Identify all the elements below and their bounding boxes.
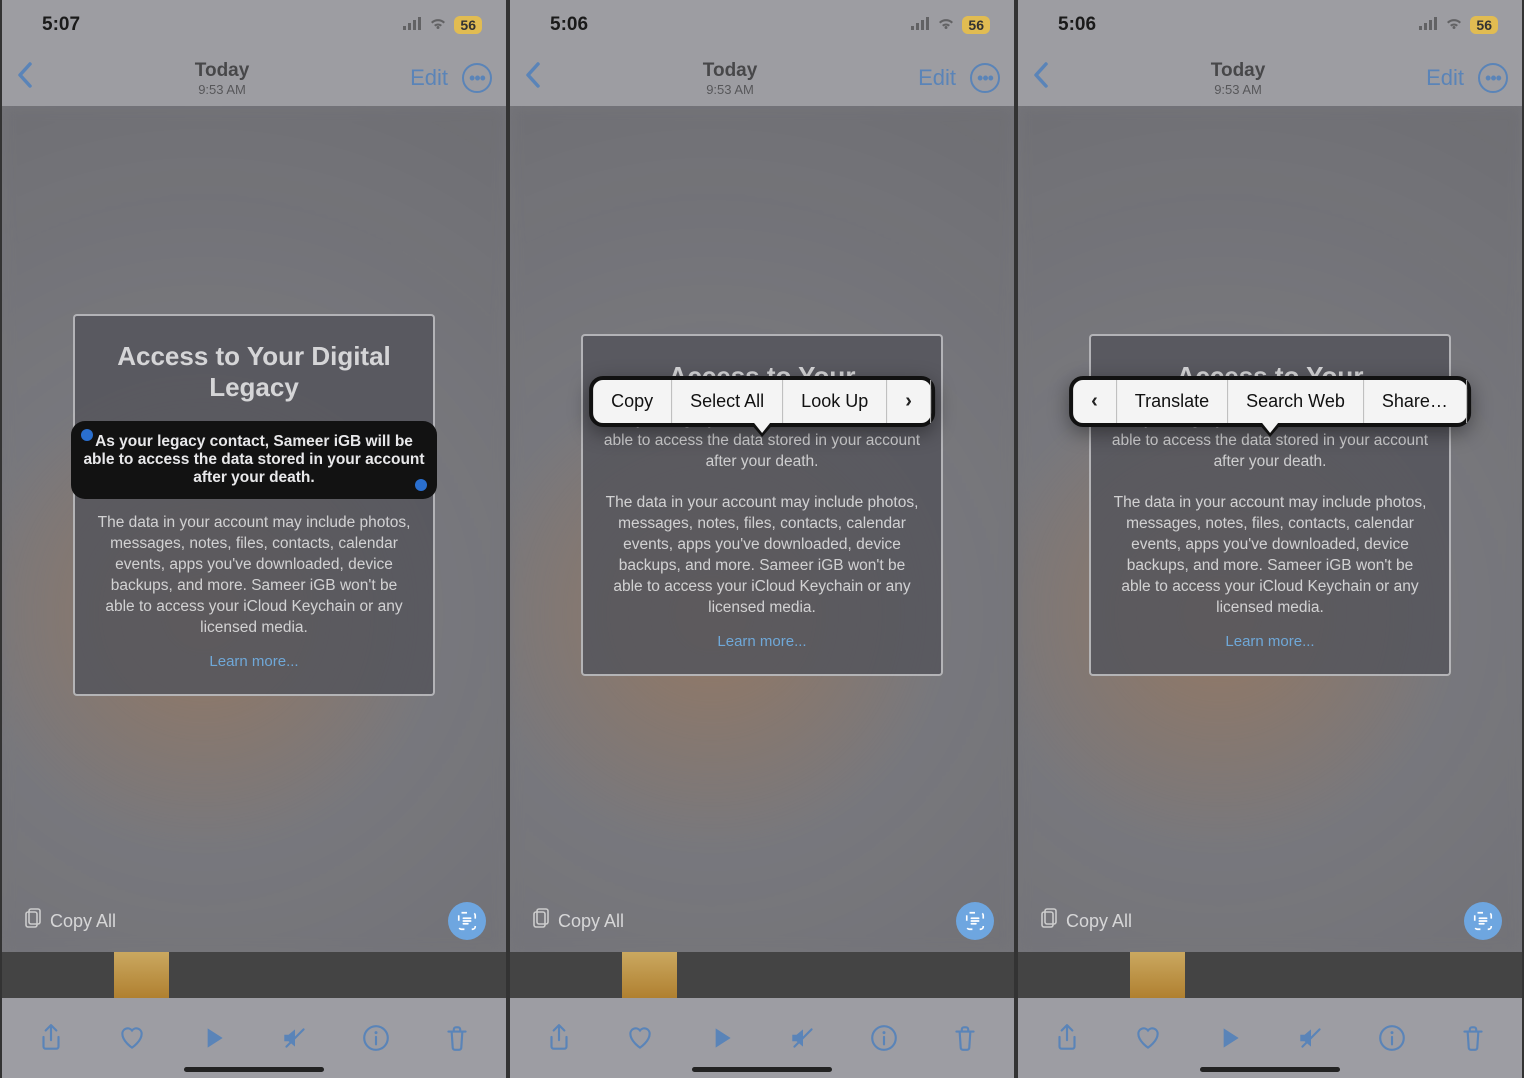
- photo-viewer[interactable]: Access to Your As your legacy contact, S…: [1018, 106, 1522, 952]
- selection-handle-end[interactable]: [415, 479, 427, 491]
- back-button[interactable]: [524, 61, 542, 95]
- toolbar: [2, 998, 506, 1078]
- nav-bar: Today 9:53 AM Edit •••: [1018, 50, 1522, 106]
- share-button[interactable]: [33, 1020, 69, 1056]
- favorite-button[interactable]: [1130, 1020, 1166, 1056]
- home-indicator[interactable]: [1200, 1067, 1340, 1072]
- status-time: 5:06: [550, 14, 588, 36]
- screenshot-panel-1: 5:07 56 Today 9:53 AM Edit ••• Access: [0, 0, 508, 1078]
- more-icon[interactable]: •••: [1478, 63, 1508, 93]
- thumbnail-strip[interactable]: [510, 952, 1014, 998]
- edit-button[interactable]: Edit: [1426, 65, 1464, 91]
- modal-para: The data in your account may include pho…: [1111, 493, 1430, 619]
- modal-para: The data in your account may include pho…: [603, 493, 922, 619]
- learn-more-link[interactable]: Learn more...: [1111, 633, 1430, 650]
- selection-handle-start[interactable]: [81, 429, 93, 441]
- photo-viewer[interactable]: Access to Your As your legacy contact, S…: [510, 106, 1014, 952]
- copy-all-button[interactable]: Copy All: [530, 908, 624, 935]
- share-button[interactable]: [1049, 1020, 1085, 1056]
- ctx-back-icon[interactable]: ‹: [1073, 380, 1117, 423]
- context-menu: ‹ Translate Search Web Share…: [1069, 376, 1471, 427]
- play-button[interactable]: [703, 1020, 739, 1056]
- mute-icon[interactable]: [277, 1020, 313, 1056]
- thumbnail-strip[interactable]: [2, 952, 506, 998]
- ctx-search-web[interactable]: Search Web: [1228, 380, 1364, 423]
- battery-icon: 56: [962, 16, 990, 34]
- nav-bar: Today 9:53 AM Edit •••: [510, 50, 1014, 106]
- battery-icon: 56: [1470, 16, 1498, 34]
- modal-para: The data in your account may include pho…: [95, 513, 414, 639]
- context-menu: Copy Select All Look Up ›: [589, 376, 935, 427]
- selected-text: As your legacy contact, Sameer iGB will …: [81, 433, 428, 487]
- info-button[interactable]: [1374, 1020, 1410, 1056]
- edit-button[interactable]: Edit: [918, 65, 956, 91]
- screenshot-panel-2: 5:06 56 Today 9:53 AM Edit ••• Access to…: [508, 0, 1016, 1078]
- cell-signal-icon: [1418, 14, 1438, 36]
- wifi-icon: [428, 14, 448, 36]
- status-time: 5:06: [1058, 14, 1096, 36]
- nav-title: Today 9:53 AM: [34, 60, 410, 97]
- cell-signal-icon: [402, 14, 422, 36]
- info-button[interactable]: [358, 1020, 394, 1056]
- mute-icon[interactable]: [1293, 1020, 1329, 1056]
- mute-icon[interactable]: [785, 1020, 821, 1056]
- play-button[interactable]: [195, 1020, 231, 1056]
- copy-icon: [1038, 908, 1058, 935]
- legacy-modal: Access to Your Digital Legacy As your le…: [73, 314, 436, 696]
- toolbar: [510, 998, 1014, 1078]
- toolbar: [1018, 998, 1522, 1078]
- nav-title: Today 9:53 AM: [1050, 60, 1426, 97]
- ctx-share[interactable]: Share…: [1364, 380, 1467, 423]
- nav-bar: Today 9:53 AM Edit •••: [2, 50, 506, 106]
- ctx-look-up[interactable]: Look Up: [783, 380, 887, 423]
- thumbnail-strip[interactable]: [1018, 952, 1522, 998]
- photo-viewer[interactable]: Access to Your Digital Legacy As your le…: [2, 106, 506, 952]
- live-text-button[interactable]: [1464, 902, 1502, 940]
- nav-title: Today 9:53 AM: [542, 60, 918, 97]
- play-button[interactable]: [1211, 1020, 1247, 1056]
- copy-all-button[interactable]: Copy All: [22, 908, 116, 935]
- status-bar: 5:06 56: [510, 0, 1014, 50]
- favorite-button[interactable]: [114, 1020, 150, 1056]
- copy-icon: [530, 908, 550, 935]
- modal-heading: Access to Your Digital Legacy: [95, 341, 414, 403]
- status-bar: 5:06 56: [1018, 0, 1522, 50]
- home-indicator[interactable]: [184, 1067, 324, 1072]
- status-time: 5:07: [42, 14, 80, 36]
- copy-all-button[interactable]: Copy All: [1038, 908, 1132, 935]
- more-icon[interactable]: •••: [970, 63, 1000, 93]
- wifi-icon: [1444, 14, 1464, 36]
- copy-icon: [22, 908, 42, 935]
- edit-button[interactable]: Edit: [410, 65, 448, 91]
- ctx-select-all[interactable]: Select All: [672, 380, 783, 423]
- screenshot-panel-3: 5:06 56 Today 9:53 AM Edit ••• Access to…: [1016, 0, 1524, 1078]
- more-icon[interactable]: •••: [462, 63, 492, 93]
- delete-button[interactable]: [1455, 1020, 1491, 1056]
- info-button[interactable]: [866, 1020, 902, 1056]
- back-button[interactable]: [1032, 61, 1050, 95]
- favorite-button[interactable]: [622, 1020, 658, 1056]
- ctx-copy[interactable]: Copy: [593, 380, 672, 423]
- ctx-more-icon[interactable]: ›: [887, 380, 931, 423]
- home-indicator[interactable]: [692, 1067, 832, 1072]
- live-text-button[interactable]: [956, 902, 994, 940]
- cell-signal-icon: [910, 14, 930, 36]
- battery-icon: 56: [454, 16, 482, 34]
- learn-more-link[interactable]: Learn more...: [603, 633, 922, 650]
- learn-more-link[interactable]: Learn more...: [95, 653, 414, 670]
- live-text-button[interactable]: [448, 902, 486, 940]
- back-button[interactable]: [16, 61, 34, 95]
- text-selection[interactable]: As your legacy contact, Sameer iGB will …: [71, 421, 438, 499]
- wifi-icon: [936, 14, 956, 36]
- ctx-translate[interactable]: Translate: [1117, 380, 1228, 423]
- delete-button[interactable]: [947, 1020, 983, 1056]
- status-bar: 5:07 56: [2, 0, 506, 50]
- delete-button[interactable]: [439, 1020, 475, 1056]
- share-button[interactable]: [541, 1020, 577, 1056]
